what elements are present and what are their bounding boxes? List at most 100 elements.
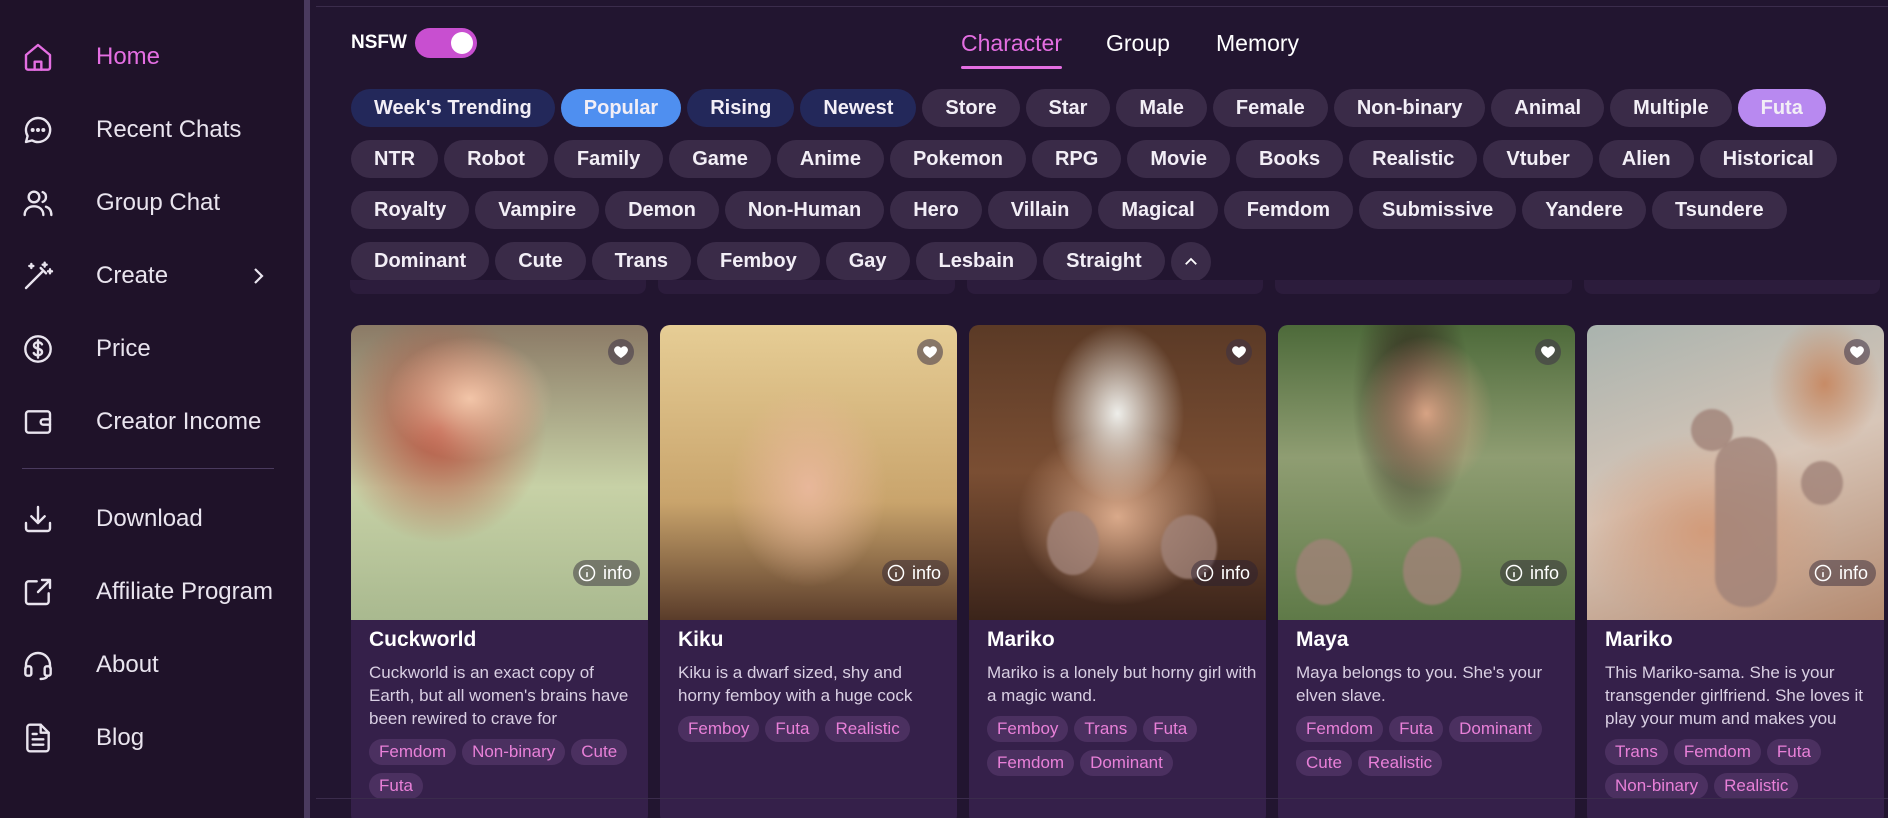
sidebar-item-creator-income[interactable]: Creator Income: [20, 398, 290, 446]
filter-chip[interactable]: Newest: [800, 89, 917, 127]
filter-chip[interactable]: RPG: [1031, 140, 1122, 178]
filter-chip[interactable]: Female: [1212, 89, 1328, 127]
filter-chip[interactable]: Trans: [591, 242, 692, 280]
sidebar-item-blog[interactable]: Blog: [20, 714, 290, 762]
tag[interactable]: Futa: [1766, 739, 1821, 765]
tab-character[interactable]: Character: [961, 30, 1062, 57]
filter-chip[interactable]: Pokemon: [889, 140, 1026, 178]
filter-chip[interactable]: Game: [669, 140, 771, 178]
info-button[interactable]: info: [1190, 560, 1258, 586]
tag[interactable]: Dominant: [1080, 750, 1173, 776]
tag[interactable]: Futa: [369, 773, 424, 799]
filter-chip[interactable]: Lesbain: [915, 242, 1038, 280]
tag[interactable]: Trans: [1605, 739, 1668, 765]
sidebar-item-download[interactable]: Download: [20, 495, 290, 543]
filter-chip[interactable]: Straight: [1043, 242, 1165, 280]
chevron-up-icon: [1184, 257, 1197, 265]
heart-icon[interactable]: [917, 339, 943, 365]
sidebar-item-about[interactable]: About: [20, 641, 290, 689]
filter-chip[interactable]: Non-Human: [724, 191, 885, 229]
tag[interactable]: Trans: [1074, 716, 1138, 742]
character-card[interactable]: info Mariko Mariko is a lonely but horny…: [969, 325, 1266, 818]
filter-chip[interactable]: Store: [922, 89, 1020, 127]
collapse-filters-button[interactable]: [1170, 242, 1211, 282]
tag[interactable]: Non-binary: [462, 739, 566, 765]
filter-chip[interactable]: Femboy: [697, 242, 820, 280]
info-button[interactable]: info: [1499, 560, 1567, 586]
heart-icon[interactable]: [608, 339, 634, 365]
tag[interactable]: Cute: [571, 739, 628, 765]
tag[interactable]: Femdom: [1673, 739, 1761, 765]
filter-chip[interactable]: Alien: [1598, 140, 1694, 178]
filter-chip[interactable]: Robot: [444, 140, 548, 178]
tag[interactable]: Non-binary: [1605, 773, 1709, 799]
character-card[interactable]: info Kiku Kiku is a dwarf sized, shy and…: [660, 325, 957, 818]
filter-chip[interactable]: Hero: [890, 191, 982, 229]
filter-chip[interactable]: Gay: [825, 242, 910, 280]
character-card[interactable]: info Maya Maya belongs to you. She's you…: [1278, 325, 1575, 818]
sidebar-item-recent-chats[interactable]: Recent Chats: [20, 106, 290, 154]
filter-chip[interactable]: Animal: [1491, 89, 1605, 127]
character-description: Cuckworld is an exact copy of Earth, but…: [369, 663, 629, 728]
heart-icon[interactable]: [1844, 339, 1870, 365]
filter-chip[interactable]: Vtuber: [1483, 140, 1593, 178]
sidebar-item-price[interactable]: Price: [20, 325, 290, 373]
info-button[interactable]: info: [881, 560, 949, 586]
filter-chip[interactable]: Futa: [1737, 89, 1826, 127]
filter-chip[interactable]: Dominant: [351, 242, 490, 280]
tag[interactable]: Realistic: [1714, 773, 1799, 799]
character-name: Mariko: [1605, 628, 1673, 651]
filter-chip[interactable]: Non-binary: [1333, 89, 1486, 127]
tag[interactable]: Femboy: [987, 716, 1069, 742]
filter-chip[interactable]: Tsundere: [1652, 191, 1787, 229]
filter-row-4: Dominant Cute Trans Femboy Gay Lesbain S…: [351, 242, 1211, 282]
filter-chip[interactable]: Male: [1116, 89, 1207, 127]
sidebar-item-group-chat[interactable]: Group Chat: [20, 179, 290, 227]
filter-chip[interactable]: Cute: [495, 242, 586, 280]
tag[interactable]: Futa: [1143, 716, 1198, 742]
filter-chip[interactable]: Realistic: [1349, 140, 1478, 178]
filter-chip[interactable]: Demon: [605, 191, 719, 229]
filter-chip[interactable]: Femdom: [1223, 191, 1354, 229]
filter-chip[interactable]: Vampire: [475, 191, 600, 229]
tag[interactable]: Femdom: [369, 739, 457, 765]
filter-chip[interactable]: Week's Trending: [351, 89, 555, 127]
filter-chip[interactable]: Star: [1025, 89, 1111, 127]
download-icon: [20, 501, 56, 537]
info-button[interactable]: info: [572, 560, 640, 586]
filter-chip[interactable]: Submissive: [1359, 191, 1517, 229]
sidebar-item-home[interactable]: Home: [20, 33, 290, 81]
tag[interactable]: Realistic: [1357, 750, 1443, 776]
tag[interactable]: Dominant: [1449, 716, 1542, 742]
tab-group[interactable]: Group: [1106, 30, 1170, 57]
tag[interactable]: Cute: [1296, 750, 1352, 776]
filter-chip[interactable]: Yandere: [1522, 191, 1647, 229]
tag[interactable]: Futa: [765, 716, 820, 742]
filter-chip[interactable]: NTR: [351, 140, 439, 178]
filter-chip[interactable]: Royalty: [351, 191, 470, 229]
filter-chip[interactable]: Magical: [1098, 191, 1218, 229]
tab-memory[interactable]: Memory: [1216, 30, 1299, 57]
filter-chip[interactable]: Books: [1236, 140, 1344, 178]
filter-chip[interactable]: Multiple: [1610, 89, 1732, 127]
tag[interactable]: Femdom: [1296, 716, 1384, 742]
tag[interactable]: Femboy: [678, 716, 760, 742]
filter-chip[interactable]: Historical: [1699, 140, 1837, 178]
tag[interactable]: Femdom: [987, 750, 1075, 776]
filter-chip[interactable]: Movie: [1127, 140, 1231, 178]
tag[interactable]: Futa: [1389, 716, 1444, 742]
filter-chip[interactable]: Rising: [687, 89, 795, 127]
tag[interactable]: Realistic: [825, 716, 910, 742]
sidebar-item-affiliate-program[interactable]: Affiliate Program: [20, 568, 290, 616]
character-card[interactable]: info Cuckworld Cuckworld is an exact cop…: [351, 325, 648, 818]
info-button[interactable]: info: [1808, 560, 1876, 586]
nsfw-toggle[interactable]: [414, 28, 477, 58]
sidebar-item-create[interactable]: Create: [20, 252, 290, 300]
heart-icon[interactable]: [1535, 339, 1561, 365]
filter-chip[interactable]: Villain: [987, 191, 1093, 229]
filter-chip[interactable]: Anime: [776, 140, 884, 178]
filter-chip[interactable]: Popular: [560, 89, 682, 127]
heart-icon[interactable]: [1226, 339, 1252, 365]
filter-chip[interactable]: Family: [553, 140, 664, 178]
character-card[interactable]: info Mariko This Mariko-sama. She is you…: [1587, 325, 1884, 818]
